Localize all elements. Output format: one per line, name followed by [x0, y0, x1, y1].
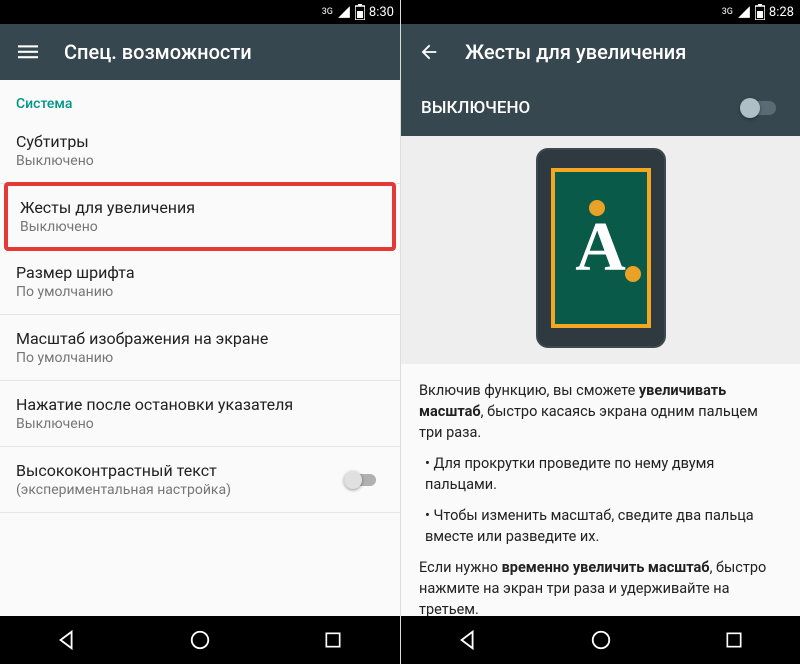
desc-bullet: • Чтобы изменить масштаб, сведите два па… [419, 505, 782, 547]
item-subtitle: Выключено [16, 416, 384, 432]
item-title: Размер шрифта [16, 263, 384, 282]
signal-icon [737, 5, 751, 19]
desc-para-2: Если нужно временно увеличить масштаб, б… [419, 557, 782, 616]
item-subtitle: По умолчанию [16, 284, 384, 300]
hamburger-icon[interactable] [16, 40, 40, 64]
home-button[interactable] [186, 626, 214, 654]
clock: 8:28 [769, 5, 794, 20]
item-magnification-gestures[interactable]: Жесты для увеличения Выключено [4, 182, 396, 251]
item-title: Масштаб изображения на экране [16, 329, 384, 348]
item-high-contrast-text[interactable]: Высококонтрастный текст (экспериментальн… [0, 447, 400, 513]
desc-para-1: Включив функцию, вы сможете увеличивать … [419, 380, 782, 443]
back-button[interactable] [53, 626, 81, 654]
toggle-bar: ВЫКЛЮЧЕНО [401, 80, 800, 136]
item-title: Нажатие после остановки указателя [16, 395, 384, 414]
illus-letter: A [575, 208, 626, 288]
item-subtitle: Выключено [20, 219, 380, 235]
desc-bullet: • Для прокрутки проведите по нему двумя … [419, 453, 782, 495]
item-title: Субтитры [16, 132, 384, 151]
item-click-after-pointer-stop[interactable]: Нажатие после остановки указателя Выключ… [0, 381, 400, 447]
app-bar: Жесты для увеличения [401, 24, 800, 80]
app-bar: Спец. возможности [0, 24, 400, 80]
item-title: Высококонтрастный текст [16, 461, 332, 480]
item-title: Жесты для увеличения [20, 198, 380, 217]
network-label: 3G [322, 8, 333, 17]
battery-icon [755, 4, 765, 20]
settings-list: Система Субтитры Выключено Жесты для уве… [0, 80, 400, 616]
magnification-toggle[interactable] [740, 97, 780, 119]
clock: 8:30 [369, 5, 394, 20]
network-label: 3G [722, 8, 733, 17]
description-text: Включив функцию, вы сможете увеличивать … [401, 364, 800, 616]
phone-graphic: A [536, 148, 666, 348]
detail-content: A Включив функцию, вы сможете увеличиват… [401, 136, 800, 616]
item-subtitle: По умолчанию [16, 350, 384, 366]
illustration: A [401, 136, 800, 364]
signal-icon [337, 5, 351, 19]
status-bar: 3G 8:30 [0, 0, 400, 24]
section-header: Система [0, 80, 400, 118]
item-subtitles[interactable]: Субтитры Выключено [0, 118, 400, 184]
item-font-size[interactable]: Размер шрифта По умолчанию [0, 249, 400, 315]
touch-dot-icon [589, 200, 605, 216]
navigation-bar [401, 616, 800, 664]
recent-button[interactable] [319, 626, 347, 654]
item-subtitle: (экспериментальная настройка) [16, 482, 332, 498]
page-title: Жесты для увеличения [465, 40, 686, 64]
screen-magnification-detail: 3G 8:28 Жесты для увеличения ВЫКЛЮЧЕНО A [400, 0, 800, 664]
page-title: Спец. возможности [64, 40, 252, 64]
recent-button[interactable] [720, 626, 748, 654]
status-bar: 3G 8:28 [401, 0, 800, 24]
back-button[interactable] [454, 626, 482, 654]
toggle-label: ВЫКЛЮЧЕНО [421, 98, 530, 118]
item-subtitle: Выключено [16, 153, 384, 169]
home-button[interactable] [587, 626, 615, 654]
battery-icon [355, 4, 365, 20]
back-icon[interactable] [417, 40, 441, 64]
high-contrast-toggle[interactable] [344, 469, 384, 491]
screen-accessibility: 3G 8:30 Спец. возможности Система Субтит… [0, 0, 400, 664]
navigation-bar [0, 616, 400, 664]
touch-dot-icon [625, 266, 641, 282]
item-display-size[interactable]: Масштаб изображения на экране По умолчан… [0, 315, 400, 381]
